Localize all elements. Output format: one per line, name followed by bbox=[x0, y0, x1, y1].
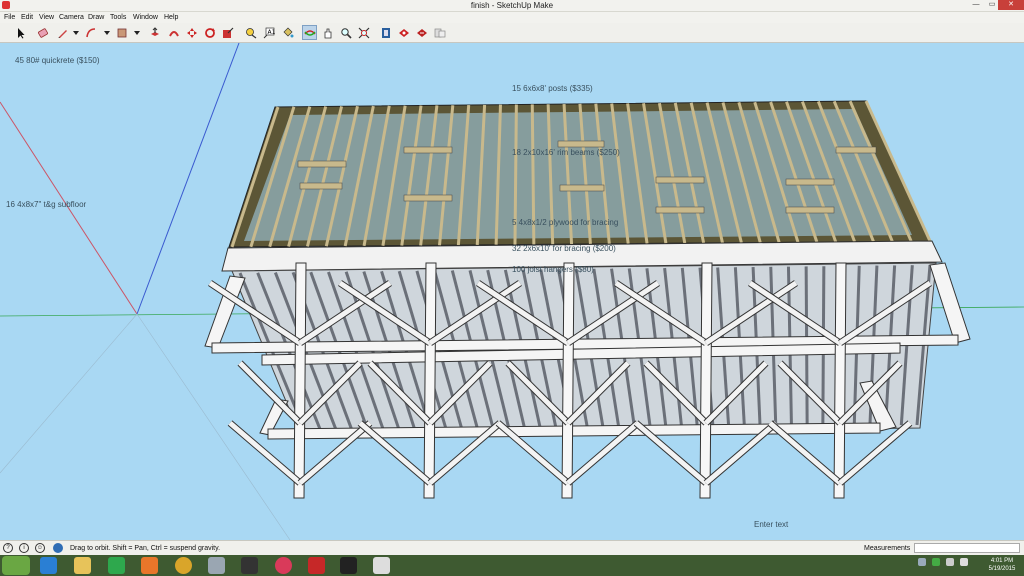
label-posts[interactable]: 15 6x6x8' posts ($335) bbox=[512, 84, 593, 93]
status-hint: Drag to orbit. Shift = Pan, Ctrl = suspe… bbox=[70, 545, 221, 552]
zoom-icon[interactable] bbox=[338, 25, 353, 40]
measurements-label: Measurements bbox=[864, 545, 911, 552]
window-title: finish - SketchUp Make bbox=[470, 1, 554, 10]
taskbar: 4:01 PM 5/19/2015 bbox=[0, 555, 1024, 576]
3d-warehouse-icon[interactable] bbox=[378, 25, 393, 40]
help-status-icon[interactable]: ? bbox=[3, 543, 13, 553]
menu-draw[interactable]: Draw bbox=[88, 12, 104, 23]
select-icon[interactable] bbox=[13, 25, 28, 40]
tray-app-icon[interactable] bbox=[932, 558, 940, 566]
support-post bbox=[833, 262, 847, 499]
menu-edit[interactable]: Edit bbox=[21, 12, 33, 23]
terminal-icon[interactable] bbox=[340, 557, 357, 574]
arc-icon[interactable] bbox=[83, 25, 98, 40]
model-info-icon[interactable] bbox=[414, 25, 429, 40]
menu-window[interactable]: Window bbox=[133, 12, 158, 23]
itunes-icon[interactable] bbox=[275, 557, 292, 574]
start-button[interactable] bbox=[2, 556, 30, 575]
support-post bbox=[423, 262, 437, 499]
internet-explorer-icon[interactable] bbox=[40, 557, 57, 574]
model-viewport[interactable]: 45 80# quickrete ($150) 15 6x6x8' posts … bbox=[0, 43, 1024, 540]
calculator-icon[interactable] bbox=[208, 557, 225, 574]
geo-location-icon[interactable] bbox=[53, 543, 63, 553]
camera-icon[interactable] bbox=[373, 557, 390, 574]
measurements-input[interactable] bbox=[914, 543, 1020, 553]
pan-icon[interactable] bbox=[320, 25, 335, 40]
network-icon[interactable] bbox=[946, 558, 954, 566]
orbit-icon[interactable] bbox=[302, 25, 317, 40]
label-plywood[interactable]: 5 4x8x1/2 plywood for bracing bbox=[512, 218, 618, 227]
tape-measure-icon[interactable] bbox=[243, 25, 258, 40]
close-button[interactable]: ✕ bbox=[998, 0, 1024, 10]
tray-chevron-icon[interactable] bbox=[918, 558, 926, 566]
eraser-icon[interactable] bbox=[35, 25, 50, 40]
text-icon[interactable]: A1 bbox=[261, 25, 276, 40]
push-pull-icon[interactable] bbox=[147, 25, 162, 40]
chrome-icon[interactable] bbox=[175, 557, 192, 574]
title-bar: finish - SketchUp Make — ▭ ✕ bbox=[0, 0, 1024, 12]
blue-axis bbox=[136, 43, 240, 315]
menu-help[interactable]: Help bbox=[164, 12, 178, 23]
menu-view[interactable]: View bbox=[39, 12, 54, 23]
pencil-icon[interactable] bbox=[55, 25, 70, 40]
menu-camera[interactable]: Camera bbox=[59, 12, 84, 23]
clock-date: 5/19/2015 bbox=[988, 566, 1016, 572]
scale-icon[interactable] bbox=[220, 25, 235, 40]
label-hangers[interactable]: 100 joist hangers ($80) bbox=[512, 265, 594, 274]
paint-bucket-icon[interactable] bbox=[280, 25, 295, 40]
label-subfloor[interactable]: 16 4x8x7" t&g subfloor bbox=[6, 200, 86, 209]
rectangle-dropdown-icon[interactable] bbox=[134, 31, 140, 35]
label-beams[interactable]: 18 2x10x16' rim beams ($250) bbox=[512, 148, 620, 157]
zoom-extents-icon[interactable] bbox=[356, 25, 371, 40]
support-post bbox=[699, 262, 713, 499]
sketchup-icon[interactable] bbox=[308, 557, 325, 574]
clock-time: 4:01 PM bbox=[990, 558, 1014, 564]
info-status-icon[interactable]: i bbox=[19, 543, 29, 553]
menu-tools[interactable]: Tools bbox=[110, 12, 126, 23]
user-status-icon[interactable]: ☺ bbox=[35, 543, 45, 553]
label-bracing[interactable]: 32 2x6x10' for bracing ($200) bbox=[512, 244, 616, 253]
enter-text-hint[interactable]: Enter text bbox=[754, 520, 788, 529]
media-player-icon[interactable] bbox=[141, 557, 158, 574]
file-explorer-icon[interactable] bbox=[74, 557, 91, 574]
extension-warehouse-icon[interactable] bbox=[396, 25, 411, 40]
rectangle-icon[interactable] bbox=[114, 25, 129, 40]
menu-bar: File Edit View Camera Draw Tools Window … bbox=[0, 12, 1024, 23]
maximize-button[interactable]: ▭ bbox=[986, 0, 998, 10]
rotate-icon[interactable] bbox=[202, 25, 217, 40]
blue-axis-dotted bbox=[0, 313, 138, 474]
menu-file[interactable]: File bbox=[4, 12, 15, 23]
volume-icon[interactable] bbox=[960, 558, 968, 566]
pencil-dropdown-icon[interactable] bbox=[73, 31, 79, 35]
toolbar: A1 bbox=[0, 23, 1024, 43]
label-concrete[interactable]: 45 80# quickrete ($150) bbox=[15, 56, 100, 65]
store-icon[interactable] bbox=[108, 557, 125, 574]
arc-dropdown-icon[interactable] bbox=[104, 31, 110, 35]
support-post bbox=[293, 262, 307, 499]
model-canvas bbox=[0, 43, 1024, 540]
taskbar-clock[interactable]: 4:01 PM 5/19/2015 bbox=[984, 557, 1020, 573]
support-post bbox=[561, 262, 575, 499]
move-icon[interactable] bbox=[184, 25, 199, 40]
photo-icon[interactable] bbox=[241, 557, 258, 574]
status-bar: ? i ☺ Drag to orbit. Shift = Pan, Ctrl =… bbox=[0, 540, 1024, 556]
follow-me-icon[interactable] bbox=[166, 25, 181, 40]
layout-icon[interactable] bbox=[432, 25, 447, 40]
svg-text:A1: A1 bbox=[267, 29, 275, 36]
